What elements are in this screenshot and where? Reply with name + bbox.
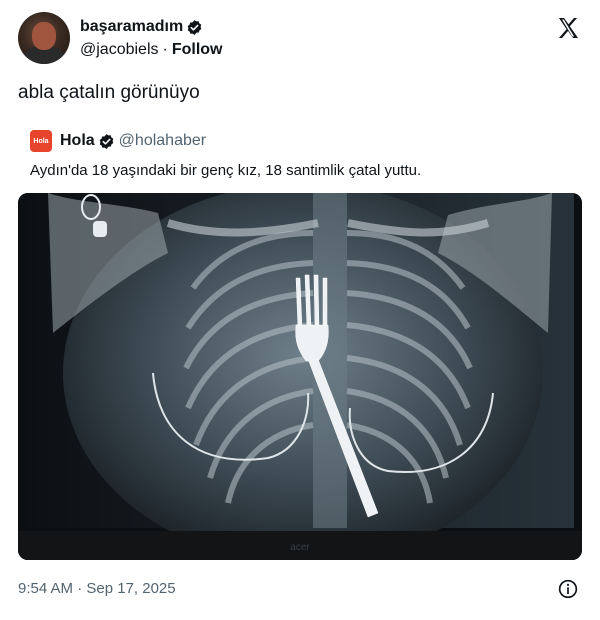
tweet-header: başaramadım @jacobiels · Follow — [18, 12, 582, 68]
author-handle[interactable]: @jacobiels — [80, 41, 159, 59]
quoted-header: Hola Hola @holahaber — [30, 130, 206, 152]
tweet-text: abla çatalın görünüyo — [18, 82, 200, 103]
author-name-row: başaramadım — [80, 18, 203, 36]
quoted-author-handle[interactable]: @holahaber — [119, 132, 206, 150]
monitor-brand: acer — [290, 542, 310, 553]
info-icon[interactable] — [558, 579, 578, 599]
x-logo-icon[interactable] — [556, 16, 580, 40]
xray-image[interactable]: acer — [18, 193, 582, 560]
author-handle-row: @jacobiels · Follow — [80, 41, 222, 59]
quoted-tweet[interactable]: Hola Hola @holahaber Aydın'da 18 yaşında… — [18, 120, 582, 560]
verified-badge-icon — [187, 19, 202, 35]
quoted-author-name[interactable]: Hola — [60, 132, 95, 150]
quoted-text: Aydın'da 18 yaşındaki bir genç kız, 18 s… — [30, 162, 422, 179]
hola-logo: Hola — [30, 130, 52, 152]
separator: · — [162, 41, 168, 58]
author-display-name[interactable]: başaramadım — [80, 18, 183, 36]
author-avatar[interactable] — [18, 12, 70, 64]
tweet-timestamp[interactable]: 9:54 AM · Sep 17, 2025 — [18, 580, 176, 597]
follow-button[interactable]: Follow — [172, 41, 223, 59]
verified-badge-icon — [99, 133, 113, 149]
xray-illustration: acer — [18, 193, 582, 560]
